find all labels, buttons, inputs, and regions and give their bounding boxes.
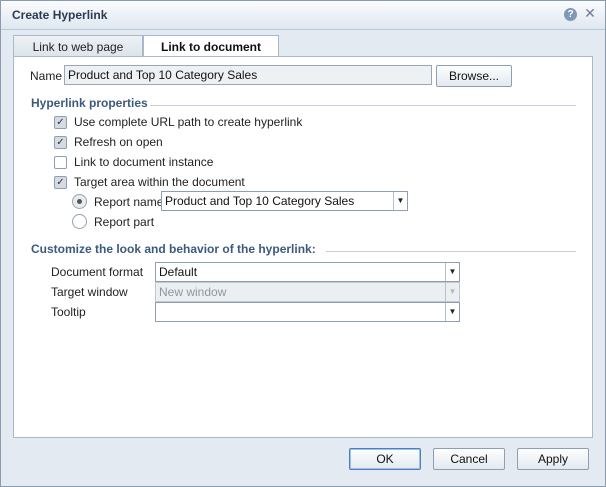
cancel-button[interactable]: Cancel <box>433 448 505 470</box>
hyperlink-properties-heading: Hyperlink properties <box>31 96 148 110</box>
report-name-value: Product and Top 10 Category Sales <box>165 194 355 208</box>
document-format-label: Document format <box>51 265 144 279</box>
link-to-document-instance-checkbox[interactable] <box>54 156 67 169</box>
title-bar[interactable]: Create Hyperlink ? ✕ <box>1 1 605 30</box>
section-divider <box>326 251 576 252</box>
target-area-checkbox[interactable]: ✓ <box>54 176 67 189</box>
name-field[interactable]: Product and Top 10 Category Sales <box>64 65 432 85</box>
apply-button[interactable]: Apply <box>517 448 589 470</box>
report-name-select[interactable]: Product and Top 10 Category Sales ▼ <box>161 191 408 211</box>
document-format-value: Default <box>159 265 198 279</box>
use-complete-url-label: Use complete URL path to create hyperlin… <box>74 115 303 129</box>
help-icon[interactable]: ? <box>564 8 577 21</box>
target-area-label: Target area within the document <box>74 175 245 189</box>
use-complete-url-checkbox[interactable]: ✓ <box>54 116 67 129</box>
refresh-on-open-checkbox[interactable]: ✓ <box>54 136 67 149</box>
report-name-label: Report name <box>94 195 164 209</box>
chevron-down-icon[interactable]: ▼ <box>445 263 459 281</box>
create-hyperlink-dialog: Create Hyperlink ? ✕ Link to web page Li… <box>0 0 606 487</box>
name-label: Name <box>30 69 63 83</box>
chevron-down-icon[interactable]: ▼ <box>393 192 407 210</box>
target-window-value: New window <box>159 285 227 299</box>
customize-heading: Customize the look and behavior of the h… <box>31 242 316 256</box>
tooltip-label: Tooltip <box>51 305 86 319</box>
target-window-select: New window ▼ <box>155 282 460 302</box>
ok-button[interactable]: OK <box>349 448 421 470</box>
target-window-label: Target window <box>51 285 128 299</box>
report-name-radio[interactable] <box>72 194 87 209</box>
report-part-radio[interactable] <box>72 214 87 229</box>
browse-button[interactable]: Browse... <box>436 65 512 87</box>
chevron-down-icon: ▼ <box>445 283 459 301</box>
section-divider <box>150 105 576 106</box>
tooltip-select[interactable]: ▼ <box>155 302 460 322</box>
dialog-title: Create Hyperlink <box>12 8 108 22</box>
link-to-document-instance-label: Link to document instance <box>74 155 214 169</box>
report-part-label: Report part <box>94 215 155 229</box>
document-format-select[interactable]: Default ▼ <box>155 262 460 282</box>
close-icon[interactable]: ✕ <box>583 6 597 20</box>
chevron-down-icon[interactable]: ▼ <box>445 303 459 321</box>
tab-link-to-document[interactable]: Link to document <box>143 35 279 57</box>
refresh-on-open-label: Refresh on open <box>74 135 163 149</box>
tab-link-to-web-page[interactable]: Link to web page <box>13 35 143 57</box>
tab-panel: Name Product and Top 10 Category Sales B… <box>13 56 593 438</box>
